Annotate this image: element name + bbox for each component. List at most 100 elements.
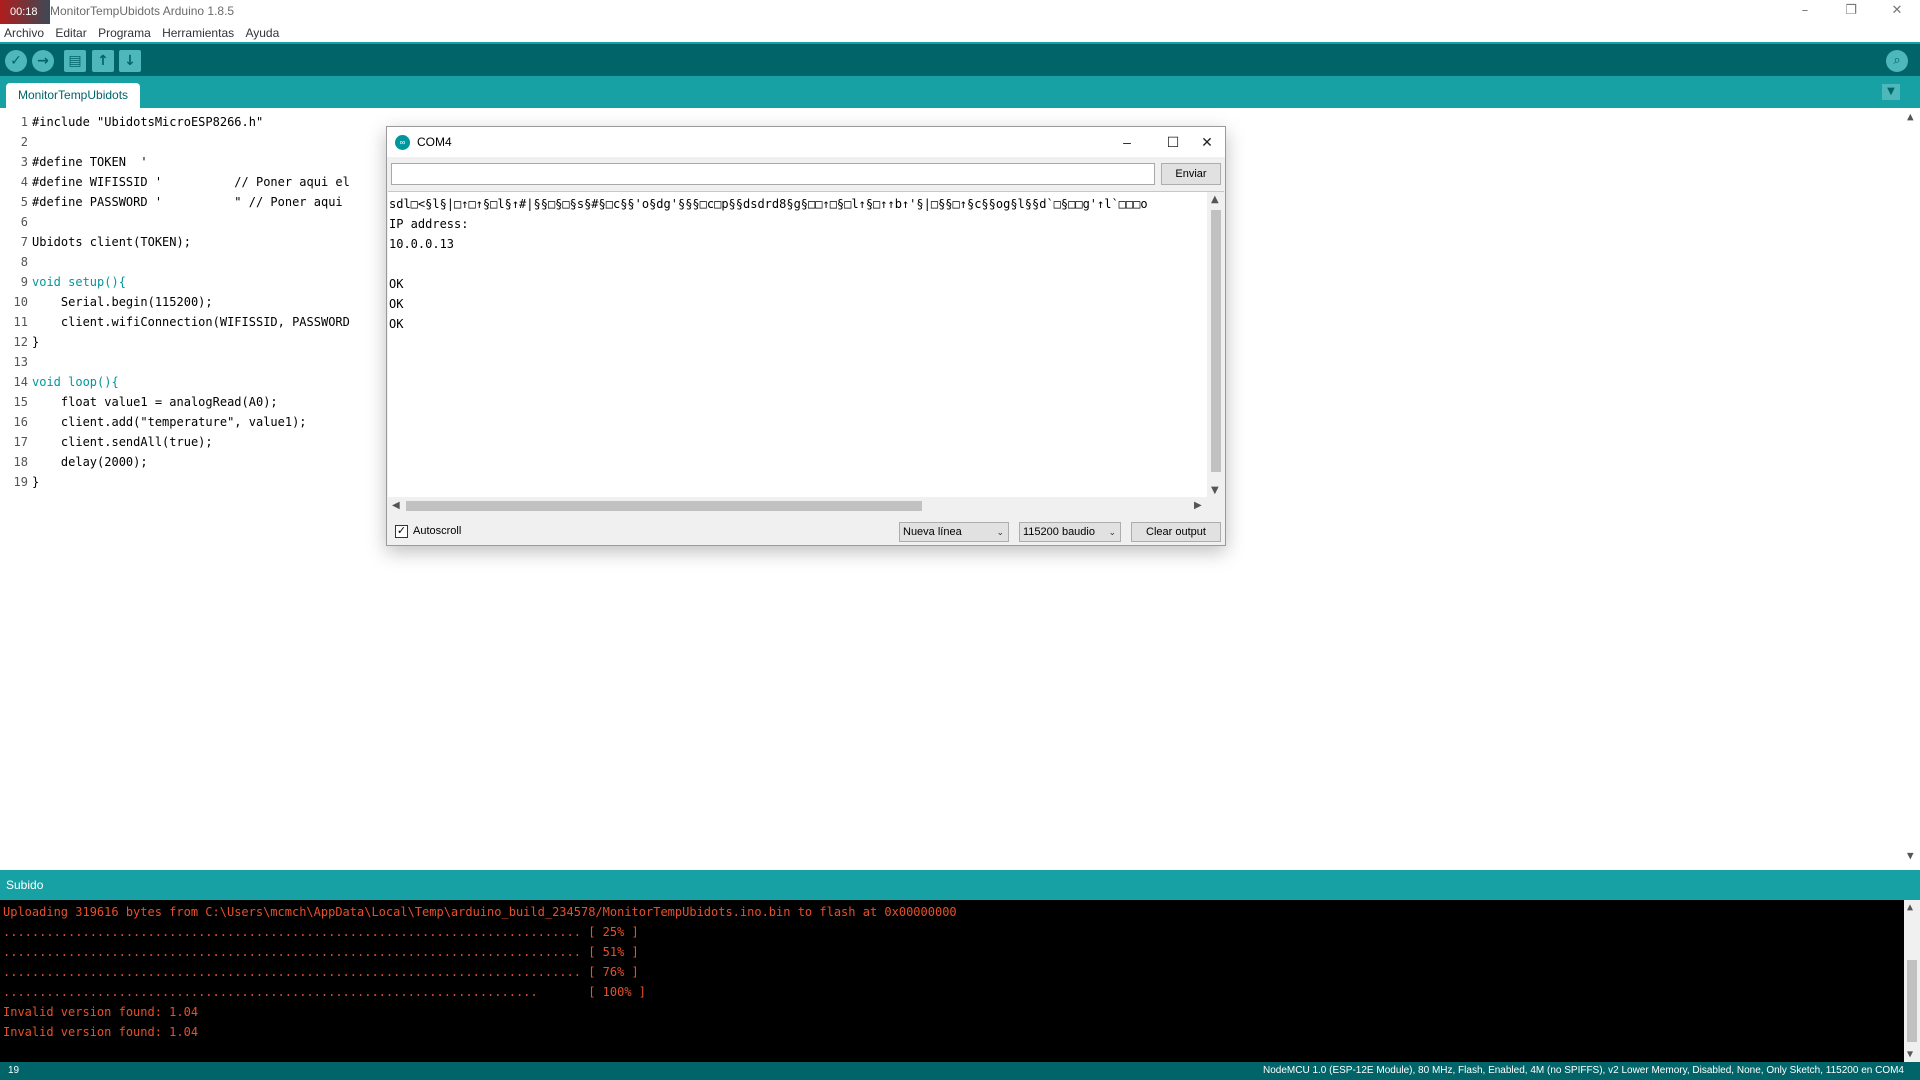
serial-title-bar: ∞ COM4 – ☐ ✕ [387, 127, 1225, 157]
line-number: 14 [13, 375, 28, 389]
menu-bar: Archivo Editar Programa Herramientas Ayu… [0, 24, 1920, 42]
title-bar: 00:18 MonitorTempUbidots Arduino 1.8.5 –… [0, 0, 1920, 24]
scroll-thumb[interactable] [1211, 210, 1221, 472]
serial-monitor-window: ∞ COM4 – ☐ ✕ Enviar sdl□<§l§|□↑□↑§□l§↑#|… [386, 126, 1226, 546]
code-line: Serial.begin(115200); [32, 295, 213, 309]
scroll-left-icon[interactable]: ◀ [392, 500, 400, 511]
menu-archivo[interactable]: Archivo [0, 24, 48, 40]
console-line: ........................................… [3, 965, 639, 979]
menu-editar[interactable]: Editar [51, 24, 90, 40]
chevron-down-icon: ⌄ [996, 527, 1004, 537]
line-number: 18 [13, 455, 28, 469]
console-line: Invalid version found: 1.04 [3, 1005, 199, 1019]
code-line: void setup(){ [32, 275, 126, 289]
tab-menu-button[interactable]: ▼ [1882, 84, 1900, 100]
console-output[interactable]: Uploading 319616 bytes from C:\Users\mcm… [0, 900, 1920, 1062]
baud-rate-select[interactable]: 115200 baudio ⌄ [1019, 522, 1121, 542]
line-number: 5 [20, 195, 28, 209]
code-line: #define WIFISSID ' // Poner aqui el [32, 175, 350, 189]
status-bar: Subido [0, 870, 1920, 900]
clear-output-button[interactable]: Clear output [1131, 522, 1221, 542]
close-button[interactable]: ✕ [1874, 0, 1920, 24]
line-number: 3 [20, 155, 28, 169]
arrow-up-icon: ↑ [97, 53, 109, 69]
code-area[interactable]: #include "UbidotsMicroESP8266.h" #define… [32, 112, 350, 492]
scroll-thumb[interactable] [1907, 960, 1917, 1042]
line-number: 10 [13, 295, 28, 309]
serial-vertical-scrollbar[interactable]: ▲ ▼ [1207, 192, 1224, 498]
code-line: float value1 = analogRead(A0); [32, 395, 278, 409]
line-ending-value: Nueva línea [903, 526, 962, 538]
console-text: Uploading 319616 bytes from C:\Users\mcm… [3, 902, 957, 1042]
code-line: Ubidots client(TOKEN); [32, 235, 191, 249]
serial-horizontal-scrollbar[interactable]: ◀ ▶ [388, 497, 1224, 515]
arrow-down-icon: ↓ [124, 53, 136, 69]
serial-monitor-button[interactable]: ⌕ [1886, 50, 1908, 72]
serial-close-button[interactable]: ✕ [1189, 131, 1225, 153]
line-number: 11 [13, 315, 28, 329]
code-line: void loop(){ [32, 375, 119, 389]
autoscroll-checkbox[interactable]: ✓ [395, 525, 408, 538]
serial-output[interactable]: sdl□<§l§|□↑□↑§□l§↑#|§§□§□§s§#§□c§§'o§dg'… [388, 191, 1224, 515]
minimize-button[interactable]: – [1782, 0, 1828, 24]
magnifier-icon: ⌕ [1893, 53, 1901, 68]
arduino-logo-icon: ∞ [395, 135, 410, 150]
code-line: #define TOKEN ' [32, 155, 148, 169]
line-number: 4 [20, 175, 28, 189]
window-title: MonitorTempUbidots Arduino 1.8.5 [50, 4, 235, 18]
verify-button[interactable]: ✓ [5, 50, 27, 72]
line-ending-select[interactable]: Nueva línea ⌄ [899, 522, 1009, 542]
line-number: 15 [13, 395, 28, 409]
editor-scrollbar[interactable]: ▲ ▼ [1904, 108, 1920, 864]
serial-send-input[interactable] [391, 163, 1155, 185]
console-line: Invalid version found: 1.04 [3, 1025, 199, 1039]
console-line: Uploading 319616 bytes from C:\Users\mcm… [3, 905, 957, 919]
scroll-down-icon[interactable]: ▼ [1211, 485, 1219, 496]
scroll-down-icon[interactable]: ▼ [1907, 1049, 1913, 1060]
new-button[interactable]: ▤ [64, 50, 86, 72]
baud-rate-value: 115200 baudio [1023, 526, 1095, 538]
code-line: client.sendAll(true); [32, 435, 213, 449]
restore-button[interactable]: ❐ [1828, 0, 1874, 24]
code-line: client.wifiConnection(WIFISSID, PASSWORD [32, 315, 350, 329]
upload-button[interactable]: → [32, 50, 54, 72]
scroll-up-icon[interactable]: ▲ [1907, 902, 1913, 913]
serial-port-title: COM4 [417, 135, 452, 149]
scroll-up-icon[interactable]: ▲ [1907, 110, 1914, 123]
output-line: 10.0.0.13 [389, 237, 455, 251]
chevron-down-icon: ▼ [1887, 86, 1895, 97]
console-scrollbar[interactable]: ▲ ▼ [1904, 900, 1920, 1062]
arrow-right-icon: → [37, 53, 49, 69]
serial-minimize-button[interactable]: – [1109, 131, 1145, 153]
tab-monitortempubidots[interactable]: MonitorTempUbidots [6, 83, 141, 108]
menu-ayuda[interactable]: Ayuda [241, 24, 283, 40]
line-number: 6 [20, 215, 28, 229]
open-button[interactable]: ↑ [92, 50, 114, 72]
send-button[interactable]: Enviar [1161, 163, 1221, 185]
arduino-ide-window: 00:18 MonitorTempUbidots Arduino 1.8.5 –… [0, 0, 1920, 1080]
serial-maximize-button[interactable]: ☐ [1155, 131, 1191, 153]
output-line: OK [389, 297, 404, 311]
line-number: 19 [13, 475, 28, 489]
code-line: #define PASSWORD ' " // Poner aqui [32, 195, 343, 209]
line-number: 9 [20, 275, 28, 289]
code-line: client.add("temperature", value1); [32, 415, 307, 429]
scroll-down-icon[interactable]: ▼ [1907, 849, 1914, 862]
menu-programa[interactable]: Programa [94, 24, 155, 40]
save-button[interactable]: ↓ [119, 50, 141, 72]
recording-timer: 00:18 [0, 0, 50, 24]
line-number: 2 [20, 135, 28, 149]
output-line: OK [389, 277, 404, 291]
menu-herramientas[interactable]: Herramientas [158, 24, 238, 40]
code-line: } [32, 335, 40, 349]
line-number: 17 [13, 435, 28, 449]
scroll-right-icon[interactable]: ▶ [1194, 500, 1202, 511]
scroll-thumb[interactable] [406, 501, 922, 511]
code-line: delay(2000); [32, 455, 148, 469]
line-number: 8 [20, 255, 28, 269]
code-line: } [32, 475, 40, 489]
scroll-up-icon[interactable]: ▲ [1211, 194, 1219, 205]
